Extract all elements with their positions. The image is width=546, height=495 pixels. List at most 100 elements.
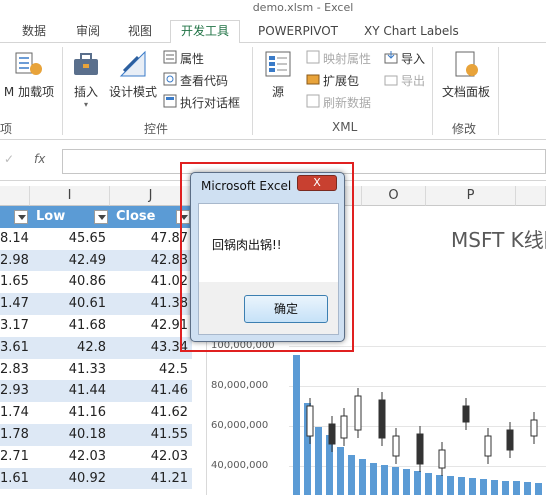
window-title: demo.xlsm - Excel [252, 1, 354, 14]
column-header-o[interactable]: O [362, 186, 426, 206]
candle-body [484, 435, 492, 457]
properties-icon [163, 50, 177, 70]
volume-bar [337, 447, 344, 495]
ok-button[interactable]: 确定 [244, 295, 328, 323]
table-cell[interactable]: 1.65 [0, 271, 30, 293]
ribbon: M 加载项 项 插入 ▾ 设计模式 属性 查看代码 执行对话框 控件 源 映射属… [0, 43, 546, 140]
table-cell[interactable]: 41.44 [30, 380, 110, 402]
table-cell[interactable]: 41.62 [110, 402, 192, 424]
view-code-button[interactable]: 查看代码 [163, 71, 228, 91]
volume-bar [513, 481, 520, 495]
xml-source-button[interactable]: 源 [260, 49, 296, 100]
candle-body [354, 395, 362, 431]
volume-bar [436, 475, 443, 495]
table-cell[interactable]: 2.83 [0, 359, 30, 381]
group-separator [432, 47, 433, 135]
import-icon [384, 50, 398, 70]
table-cell[interactable]: 40.61 [30, 293, 110, 315]
table-cell[interactable]: 8.14 [0, 228, 30, 250]
candle-body [306, 405, 314, 437]
table-cell[interactable]: 40.92 [30, 468, 110, 490]
table-header-row: Low Close [0, 206, 192, 228]
tab-view[interactable]: 视图 [128, 21, 152, 43]
tab-review[interactable]: 审阅 [76, 21, 100, 43]
tab-xy-chart-labels[interactable]: XY Chart Labels [364, 21, 459, 43]
table-header-low[interactable]: Low [30, 206, 110, 228]
table-cell[interactable]: 40.86 [30, 271, 110, 293]
filter-dropdown-icon[interactable] [14, 210, 28, 224]
table-cell[interactable]: 45.65 [30, 228, 110, 250]
table-cell[interactable]: 1.78 [0, 424, 30, 446]
tab-developer[interactable]: 开发工具 [170, 20, 241, 44]
run-dialog-button[interactable]: 执行对话框 [163, 93, 240, 113]
candle-body [340, 415, 348, 439]
tab-powerpivot[interactable]: POWERPIVOT [258, 21, 338, 43]
import-button[interactable]: 导入 [384, 49, 425, 69]
table-cell[interactable]: 42.03 [30, 446, 110, 468]
document-panel-label: 文档面板 [441, 85, 490, 99]
table-cell[interactable]: 42.5 [110, 359, 192, 381]
refresh-icon [306, 94, 320, 114]
table-row: 1.47 40.61 41.38 [0, 293, 192, 315]
table-cell[interactable]: 2.98 [0, 250, 30, 272]
table-cell[interactable]: 40.18 [30, 424, 110, 446]
column-header-i[interactable]: I [30, 186, 110, 206]
table-cell[interactable]: 1.47 [0, 293, 30, 315]
column-header-p[interactable]: P [426, 186, 516, 206]
insert-dropdown-icon: ▾ [83, 100, 88, 109]
expansion-packs-label: 扩展包 [323, 74, 360, 88]
dialog-close-button[interactable]: X [297, 175, 337, 191]
refresh-data-button[interactable]: 刷新数据 [306, 93, 371, 113]
volume-bar [447, 476, 454, 495]
volume-bar [535, 483, 542, 495]
table-row: 2.71 42.03 42.03 [0, 446, 192, 468]
export-label: 导出 [401, 74, 426, 88]
column-header-h[interactable] [0, 186, 30, 206]
expansion-packs-button[interactable]: 扩展包 [306, 71, 359, 91]
table-cell[interactable]: 42.49 [30, 250, 110, 272]
table-row: 1.61 40.92 41.21 [0, 467, 192, 490]
dialog-body: 回锅肉出锅!! 确定 [198, 203, 339, 335]
table-cell[interactable]: 41.21 [110, 468, 192, 490]
export-icon [384, 72, 398, 92]
volume-bar [469, 478, 476, 495]
table-cell[interactable]: 3.61 [0, 337, 30, 359]
document-panel-button[interactable]: 文档面板 [438, 49, 494, 100]
xml-group-label: XML [332, 120, 358, 134]
volume-bar [293, 355, 300, 495]
enter-check-icon[interactable]: ✓ [4, 152, 14, 166]
table-header-cell[interactable] [0, 206, 30, 228]
table-row: 1.74 41.16 41.62 [0, 402, 192, 424]
table-cell[interactable]: 42.03 [110, 446, 192, 468]
run-dialog-label: 执行对话框 [180, 96, 241, 110]
design-mode-button[interactable]: 设计模式 [108, 49, 158, 100]
view-code-label: 查看代码 [180, 74, 229, 88]
candle-body [392, 435, 400, 457]
properties-button[interactable]: 属性 [163, 49, 204, 69]
xml-source-label: 源 [271, 85, 284, 99]
table-cell[interactable]: 41.55 [110, 424, 192, 446]
table-cell[interactable]: 41.46 [110, 380, 192, 402]
volume-bar [480, 479, 487, 495]
table-cell[interactable]: 1.74 [0, 402, 30, 424]
table-cell[interactable]: 2.71 [0, 446, 30, 468]
table-cell[interactable]: 41.33 [30, 359, 110, 381]
candle-body [530, 419, 538, 437]
column-header-q[interactable] [516, 186, 546, 206]
map-properties-button[interactable]: 映射属性 [306, 49, 371, 69]
table-cell[interactable]: 41.16 [30, 402, 110, 424]
volume-bar [425, 473, 432, 495]
table-cell[interactable]: 3.17 [0, 315, 30, 337]
table-cell[interactable]: 2.93 [0, 380, 30, 402]
insert-control-button[interactable]: 插入 ▾ [68, 49, 104, 109]
filter-dropdown-icon[interactable] [94, 210, 108, 224]
insert-function-icon[interactable]: fx [34, 152, 45, 166]
table-cell[interactable]: 1.61 [0, 468, 30, 490]
table-cell[interactable]: 41.68 [30, 315, 110, 337]
table-row: 2.93 41.44 41.46 [0, 380, 192, 403]
tab-data[interactable]: 数据 [22, 21, 46, 43]
candle-body [328, 423, 336, 445]
export-button[interactable]: 导出 [384, 71, 425, 91]
table-cell[interactable]: 42.8 [30, 337, 110, 359]
com-addins-button[interactable]: M 加载项 [0, 49, 58, 100]
